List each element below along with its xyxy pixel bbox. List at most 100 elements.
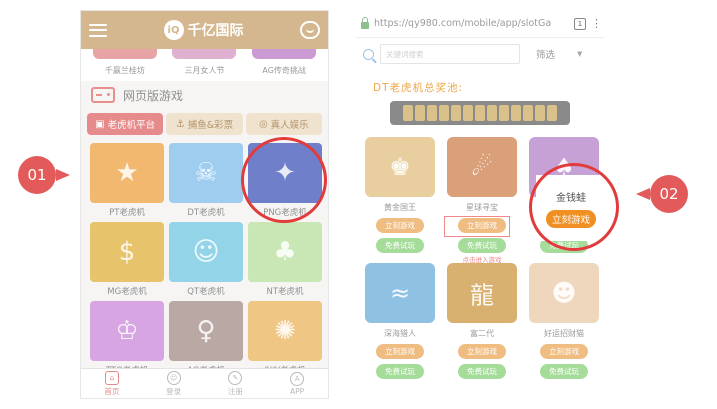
nav-label: 首页 — [104, 386, 120, 396]
play-now-button[interactable]: 立刻游戏 — [458, 344, 506, 359]
game-art-icon: ♀ — [196, 316, 216, 346]
chevron-down-icon[interactable]: ▼ — [577, 50, 582, 58]
chip-icon: ◎ — [258, 118, 268, 130]
game-art-icon: ★ — [115, 158, 139, 188]
game-card[interactable]: ♀AG老虎机 — [169, 301, 243, 376]
brand-logo-mark: iQ — [163, 20, 184, 40]
game-art-icon: ♔ — [115, 316, 139, 346]
game-card[interactable]: ☠ DT老虎机 — [169, 143, 243, 218]
search-input[interactable]: 关键词搜索 — [380, 44, 520, 64]
jackpot-digit — [427, 105, 437, 121]
free-trial-button[interactable]: 免费试玩 — [458, 238, 506, 253]
game-thumbnail[interactable]: ♀ — [169, 301, 243, 361]
slot-game-card: ♚ 黄金国王立刻游戏免费试玩 — [365, 137, 435, 263]
jackpot-digit — [487, 105, 497, 121]
nav-item[interactable]: A APP — [266, 369, 328, 398]
game-thumbnail[interactable]: ☠ — [169, 143, 243, 203]
free-trial-button[interactable]: 免费试玩 — [376, 364, 424, 379]
jackpot-counter — [390, 101, 570, 125]
promo-row: 千赢兰桂坊 三月女人节 AG传奇挑战 — [81, 49, 328, 81]
menu-icon[interactable] — [89, 23, 107, 37]
slot-game-thumbnail[interactable]: ☄ — [447, 137, 517, 197]
jackpot-digit — [511, 105, 521, 121]
promo-label: AG传奇挑战 — [262, 66, 306, 75]
game-card[interactable]: ★ PT老虎机 — [90, 143, 164, 218]
nav-item[interactable]: ☺ 登录 — [143, 369, 205, 398]
game-art-icon: ☄ — [471, 153, 493, 181]
free-trial-button[interactable]: 免费试玩 — [376, 238, 424, 253]
search-icon[interactable] — [363, 48, 374, 60]
more-menu-icon[interactable]: ⋮ — [591, 17, 602, 30]
customer-service-icon[interactable] — [300, 21, 320, 39]
nav-label: 注册 — [227, 386, 243, 396]
game-card[interactable]: ♔TTG老虎机 — [90, 301, 164, 376]
slot-game-name: 富二代 — [470, 329, 494, 338]
jackpot-digit — [415, 105, 425, 121]
slot-game-name: 深海猎人 — [384, 329, 416, 338]
promo-item[interactable]: AG传奇挑战 — [248, 49, 320, 81]
play-now-button[interactable]: 立刻游戏 — [376, 344, 424, 359]
slot-game-name: 黄金国王 — [384, 203, 416, 212]
promo-item[interactable]: 三月女人节 — [168, 49, 240, 81]
game-label: NT老虎机 — [266, 287, 304, 297]
slot-game-thumbnail[interactable]: 龍 — [447, 263, 517, 323]
brand-name: 千亿国际 — [187, 23, 244, 39]
gamepad-icon — [91, 87, 115, 103]
play-now-button[interactable]: 立刻游戏 — [376, 218, 424, 233]
nav-label: APP — [290, 386, 305, 396]
slot-game-name: 好运招财猫 — [544, 329, 584, 338]
game-label: PT老虎机 — [109, 208, 145, 218]
bottom-nav: ⌂ 首页 ☺ 登录 ✎ 注册 A APP — [81, 368, 328, 398]
slot-game-card: ≈ 深海猎人立刻游戏免费试玩 — [365, 263, 435, 379]
jackpot-digit — [499, 105, 509, 121]
game-thumbnail[interactable]: $ — [90, 222, 164, 282]
highlight-circle-png — [241, 137, 327, 223]
play-now-button[interactable]: 立刻游戏 — [540, 344, 588, 359]
filter-select[interactable]: 筛选 — [536, 47, 555, 61]
free-trial-button[interactable]: 免费试玩 — [540, 364, 588, 379]
game-label: MG老虎机 — [107, 287, 147, 297]
game-card[interactable]: ☺ QT老虎机 — [169, 222, 243, 297]
slot-game-card: ☄ 星球寻宝 立刻游戏 免费试玩 点击进入游戏 — [447, 137, 517, 264]
game-thumbnail[interactable]: ☺ — [169, 222, 243, 282]
jackpot-digit — [463, 105, 473, 121]
section-title: 网页版游戏 — [123, 88, 184, 103]
game-thumbnail[interactable]: ★ — [90, 143, 164, 203]
app-icon: A — [290, 371, 305, 386]
promo-item[interactable]: 千赢兰桂坊 — [89, 49, 161, 81]
free-trial-button[interactable]: 免费试玩 — [458, 364, 506, 379]
nav-item[interactable]: ⌂ 首页 — [81, 369, 143, 398]
slot-game-name: 星球寻宝 — [466, 203, 498, 212]
game-art-icon: ♚ — [389, 153, 411, 181]
jackpot-digit — [475, 105, 485, 121]
game-card[interactable]: ✺SKY老虎机 — [248, 301, 322, 376]
promo-label: 三月女人节 — [184, 66, 225, 75]
nav-item[interactable]: ✎ 注册 — [205, 369, 267, 398]
slot-game-thumbnail[interactable]: ♚ — [365, 137, 435, 197]
game-art-icon: ≈ — [389, 279, 411, 307]
game-thumbnail[interactable]: ✺ — [248, 301, 322, 361]
highlight-circle-play — [529, 163, 619, 251]
game-thumbnail[interactable]: ♔ — [90, 301, 164, 361]
slot-icon: ▣ — [95, 118, 105, 130]
game-thumbnail[interactable]: ♣ — [248, 222, 322, 282]
browser-url-bar: https://qy980.com/mobile/app/slotGa 1 ⋮ — [355, 10, 605, 38]
jackpot-digit — [523, 105, 533, 121]
tab-category[interactable]: ◎ 真人娱乐 — [245, 113, 322, 135]
url-text[interactable]: https://qy980.com/mobile/app/slotGa — [374, 18, 569, 29]
game-card[interactable]: ♣ NT老虎机 — [248, 222, 322, 297]
section-header: 网页版游戏 — [81, 81, 328, 109]
nav-label: 登录 — [166, 386, 182, 396]
lock-icon — [361, 16, 369, 29]
slot-game-thumbnail[interactable]: ≈ — [365, 263, 435, 323]
tab-category[interactable]: ⚓ 捕鱼&彩票 — [166, 113, 243, 135]
user-icon: ☺ — [166, 370, 181, 385]
game-card[interactable]: $ MG老虎机 — [90, 222, 164, 297]
fish-icon: ⚓ — [175, 118, 185, 130]
tab-category[interactable]: ▣ 老虎机平台 — [87, 113, 164, 135]
step-marker-02: 02 — [636, 175, 688, 213]
game-art-icon: $ — [118, 237, 136, 267]
tab-label: 老虎机平台 — [107, 120, 156, 131]
slot-game-thumbnail[interactable]: ☻ — [529, 263, 599, 323]
tabs-count-icon[interactable]: 1 — [574, 17, 586, 30]
